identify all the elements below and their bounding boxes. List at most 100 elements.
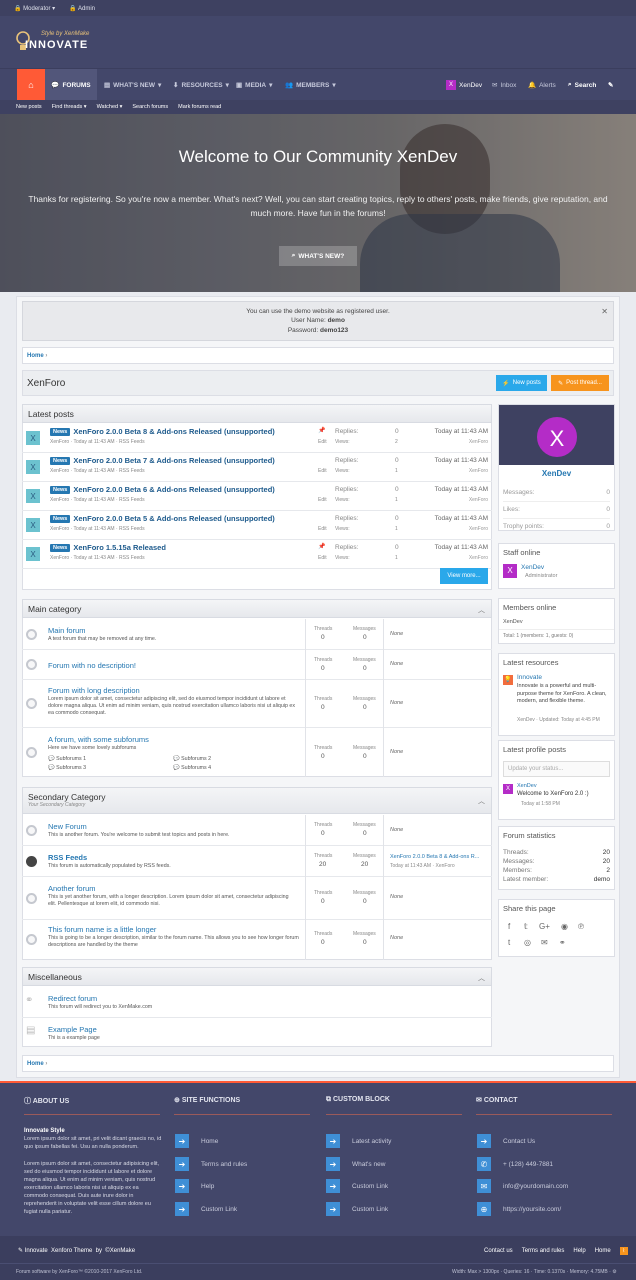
home-tab[interactable]: ⌂	[17, 69, 45, 101]
footer-bottom-links: Contact us Terms and rules Help Home ⌇	[484, 1247, 628, 1255]
footer-link[interactable]: ➔ Custom Link	[326, 1179, 388, 1193]
main-category-header[interactable]: Main category ︿	[22, 599, 492, 618]
chevron-down-icon: ▾	[158, 82, 162, 89]
tab-media[interactable]: ▣ MEDIA ▾	[236, 69, 272, 101]
footer-link[interactable]: ➔ Help	[175, 1179, 214, 1193]
close-icon[interactable]: ✕	[601, 306, 608, 318]
subforum-link[interactable]: 💬 Subforums 1	[48, 756, 86, 762]
logo-tagline: Style by XenMake	[41, 31, 90, 37]
subforum-link[interactable]: 💬 Subforums 4	[173, 765, 211, 771]
collapse-icon[interactable]: ︿	[478, 796, 485, 806]
user-menu[interactable]: X XenDev	[446, 69, 482, 101]
footer-link[interactable]: ✉ info@yourdomain.com	[477, 1179, 568, 1193]
admin-link[interactable]: 🔒 Admin	[69, 5, 95, 12]
forum-row[interactable]: ▤ Example Page Thi is a example page	[22, 1018, 492, 1047]
misc-category-header[interactable]: Miscellaneous ︿	[22, 967, 492, 986]
latest-post-row[interactable]: X News XenForo 2.0.0 Beta 5 & Add-ons Rel…	[22, 511, 492, 540]
contact-heading: ✉ CONTACT	[476, 1097, 518, 1104]
forum-row[interactable]: Main forum A test forum that may be remo…	[22, 619, 492, 650]
tumblr-icon[interactable]: t	[508, 938, 510, 947]
subforum-link[interactable]: 💬 Subforums 2	[173, 756, 211, 762]
email-icon[interactable]: ✉	[541, 938, 548, 947]
avatar[interactable]: X	[503, 784, 513, 794]
breadcrumb-home[interactable]: Home	[27, 1061, 44, 1067]
view-more-button[interactable]: View more...	[440, 568, 488, 584]
logo[interactable]: Style by XenMake INNOVATE	[15, 28, 97, 56]
comments-icon: 💬	[48, 765, 55, 771]
globe-icon: ⊕	[477, 1202, 491, 1216]
tab-members[interactable]: 👥 MEMBERS ▾	[285, 69, 336, 101]
breadcrumb-home[interactable]: Home	[27, 353, 44, 359]
whats-new-button[interactable]: ⌕ WHAT'S NEW?	[279, 246, 357, 266]
subnav-new-posts[interactable]: New posts	[16, 104, 42, 110]
footer-help-link[interactable]: Help	[573, 1248, 585, 1254]
arrow-right-icon: ➔	[326, 1134, 340, 1148]
tab-forums[interactable]: 💬 FORUMS	[45, 69, 97, 101]
footer-link[interactable]: ➔ Custom Link	[326, 1202, 388, 1216]
chevron-down-icon: ▾	[269, 82, 273, 89]
profile-name[interactable]: XenDev	[499, 469, 614, 478]
footer-terms-link[interactable]: Terms and rules	[522, 1248, 565, 1254]
subnav-search-forums[interactable]: Search forums	[132, 104, 168, 110]
forum-row[interactable]: Another forum This is yet another forum,…	[22, 877, 492, 920]
staff-avatar[interactable]: X	[503, 564, 517, 578]
collapse-icon[interactable]: ︿	[478, 605, 485, 615]
forum-row[interactable]: New Forum This is another forum. You're …	[22, 815, 492, 846]
footer-link[interactable]: ⊕ https://yoursite.com/	[477, 1202, 561, 1216]
about-heading: ⓘ ABOUT US	[24, 1098, 70, 1105]
forum-row[interactable]: Forum with no description! Threads 0 Mes…	[22, 650, 492, 680]
style-chooser[interactable]: ✎	[608, 69, 613, 101]
footer-home-link[interactable]: Home	[595, 1248, 611, 1254]
search-icon: ⌕	[291, 252, 296, 259]
footer-link[interactable]: ➔ Latest activity	[326, 1134, 391, 1148]
google-plus-icon[interactable]: G+	[539, 922, 550, 931]
forum-row[interactable]: Forum with long description Lorem ipsum …	[22, 680, 492, 728]
footer-link[interactable]: ✆ + (128) 449-7881	[477, 1157, 553, 1171]
pinterest-icon[interactable]: ℗	[578, 922, 584, 931]
footer-link[interactable]: ➔ Custom Link	[175, 1202, 237, 1216]
secondary-category-header[interactable]: Secondary Category Your Secondary Catego…	[22, 787, 492, 814]
footer-link[interactable]: ➔ Contact Us	[477, 1134, 535, 1148]
twitter-icon[interactable]: 𝕥	[524, 922, 528, 931]
subnav-watched[interactable]: Watched ▾	[97, 104, 123, 110]
forum-status-icon	[26, 629, 37, 640]
logo-name: INNOVATE	[25, 39, 89, 51]
sub-nav: New posts Find threads ▾ Watched ▾ Searc…	[0, 100, 636, 114]
post-thread-button[interactable]: ✎ Post thread...	[551, 375, 609, 391]
footer-contact-link[interactable]: Contact us	[484, 1248, 513, 1254]
footer-link[interactable]: ➔ Home	[175, 1134, 218, 1148]
latest-post-row[interactable]: X News XenForo 2.0.0 Beta 6 & Add-ons Rel…	[22, 482, 492, 511]
forum-status-icon	[26, 698, 37, 709]
inbox-link[interactable]: ✉ Inbox	[492, 69, 516, 101]
moderator-menu[interactable]: 🔒 Moderator ▾	[14, 5, 55, 12]
whatsapp-icon[interactable]: ◎	[524, 938, 531, 947]
chevron-down-icon: ▾	[225, 82, 229, 89]
new-posts-button[interactable]: ⚡ New posts	[496, 375, 547, 391]
alerts-link[interactable]: 🔔 Alerts	[528, 69, 556, 101]
hero-text: Thanks for registering. So you're now a …	[28, 194, 608, 218]
subnav-find-threads[interactable]: Find threads ▾	[52, 104, 87, 110]
profile-avatar[interactable]: X	[535, 415, 579, 459]
forum-row[interactable]: A forum, with some subforums Here we hav…	[22, 728, 492, 777]
latest-post-row[interactable]: X News XenForo 2.0.0 Beta 8 & Add-ons Rel…	[22, 424, 492, 453]
forum-row[interactable]: ⚭ Redirect forum This forum will redirec…	[22, 987, 492, 1018]
forum-row[interactable]: This forum name is a little longer This …	[22, 920, 492, 960]
footer-link[interactable]: ➔ Terms and rules	[175, 1157, 247, 1171]
tab-whats-new[interactable]: ▤ WHAT'S NEW ▾	[104, 69, 161, 101]
rss-icon[interactable]: ⌇	[619, 1247, 628, 1255]
home-icon: ⌂	[28, 80, 34, 90]
status-input[interactable]: Update your status...	[503, 761, 610, 777]
search-link[interactable]: ⌕ Search	[568, 69, 596, 101]
forum-status-icon	[26, 747, 37, 758]
forum-row[interactable]: RSS Feeds This forum is automatically po…	[22, 846, 492, 877]
tab-resources[interactable]: ⬇ RESOURCES ▾	[173, 69, 229, 101]
subforum-link[interactable]: 💬 Subforums 3	[48, 765, 86, 771]
collapse-icon[interactable]: ︿	[478, 973, 485, 983]
footer-link[interactable]: ➔ What's new	[326, 1157, 385, 1171]
latest-post-row[interactable]: X News XenForo 2.0.0 Beta 7 & Add-ons Rel…	[22, 453, 492, 482]
link-icon[interactable]: ⚭	[559, 938, 566, 947]
reddit-icon[interactable]: ◉	[561, 922, 568, 931]
subnav-mark-read[interactable]: Mark forums read	[178, 104, 221, 110]
facebook-icon[interactable]: f	[508, 922, 510, 931]
latest-post-row[interactable]: X News XenForo 1.5.15a Released XenForo ·…	[22, 540, 492, 569]
